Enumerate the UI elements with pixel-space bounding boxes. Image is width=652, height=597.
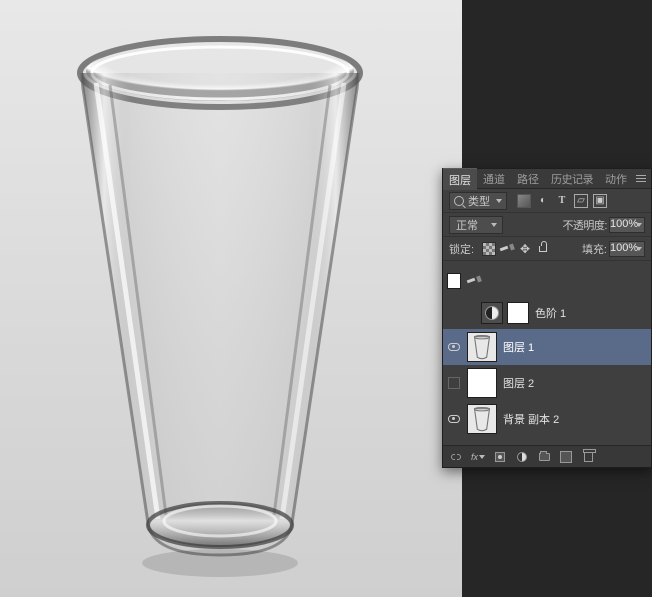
filter-pixel-icon[interactable]	[517, 194, 531, 208]
panel-footer: fx	[443, 445, 651, 467]
brush-indicator	[467, 276, 483, 286]
document-canvas[interactable]	[0, 0, 462, 597]
new-adjustment-button[interactable]	[515, 450, 529, 464]
visibility-off-icon	[448, 377, 460, 389]
layer-name[interactable]: 背景 副本 2	[503, 411, 559, 427]
checker-icon	[447, 273, 461, 289]
layer-name[interactable]: 图层 1	[503, 339, 534, 355]
visibility-toggle[interactable]	[447, 412, 461, 426]
layer-thumb	[467, 404, 497, 434]
panel-tab-bar: 图层 通道 路径 历史记录 动作	[443, 169, 651, 189]
glass-image	[70, 25, 370, 585]
type-filter-label: 类型	[468, 193, 490, 209]
tab-paths[interactable]: 路径	[511, 168, 545, 189]
lock-transparency-icon[interactable]	[482, 242, 496, 256]
fill-value: 100%	[610, 242, 638, 254]
lock-all-icon[interactable]	[536, 242, 550, 256]
add-mask-button[interactable]	[493, 450, 507, 464]
fill-label: 填充:	[582, 241, 607, 257]
opacity-label: 不透明度:	[562, 217, 607, 233]
fill-input[interactable]: 100%	[609, 241, 645, 257]
chevron-down-icon	[636, 223, 642, 227]
layer-thumb	[467, 368, 497, 398]
tab-channels[interactable]: 通道	[477, 168, 511, 189]
eye-icon	[448, 415, 460, 423]
mask-thumb[interactable]	[507, 302, 529, 324]
blend-opacity-row: 正常 不透明度: 100%	[443, 213, 651, 237]
visibility-toggle[interactable]	[447, 274, 461, 288]
tab-history[interactable]: 历史记录	[545, 168, 599, 189]
delete-layer-button[interactable]	[581, 450, 595, 464]
visibility-spacer	[447, 306, 461, 320]
layer-row[interactable]: 图层 2	[443, 365, 651, 401]
opacity-value: 100%	[610, 218, 638, 230]
blend-mode-value: 正常	[456, 220, 478, 232]
search-icon	[454, 196, 464, 206]
opacity-input[interactable]: 100%	[609, 217, 645, 233]
type-filter-select[interactable]: 类型	[449, 192, 507, 210]
layer-name[interactable]: 色阶 1	[535, 305, 566, 321]
filter-type-icon[interactable]: T	[555, 194, 569, 208]
lock-label: 锁定:	[449, 241, 474, 257]
adjustment-thumb	[481, 302, 503, 324]
visibility-toggle[interactable]	[447, 340, 461, 354]
new-layer-button[interactable]	[559, 450, 573, 464]
lock-pixels-icon[interactable]	[500, 242, 514, 256]
layer-row[interactable]: 图层 1	[443, 329, 651, 365]
lock-position-icon[interactable]: ✥	[518, 242, 532, 256]
chevron-down-icon	[496, 199, 502, 203]
tab-layers[interactable]: 图层	[443, 168, 477, 190]
layer-fx-button[interactable]: fx	[471, 450, 485, 464]
filter-smartobject-icon[interactable]: ▣	[593, 194, 607, 208]
tab-actions[interactable]: 动作	[599, 168, 633, 189]
visibility-toggle[interactable]	[447, 376, 461, 390]
lock-fill-row: 锁定: ✥ 填充: 100%	[443, 237, 651, 261]
panel-menu-icon[interactable]	[634, 172, 648, 186]
layer-thumb	[467, 332, 497, 362]
layer-row[interactable]: 色阶 1	[443, 297, 651, 329]
layer-row[interactable]: 背景 副本 2	[443, 401, 651, 437]
layer-row[interactable]	[443, 265, 651, 297]
filter-icon-group: ◐ T ▱ ▣	[517, 194, 607, 208]
filter-adjustment-icon[interactable]: ◐	[536, 194, 550, 208]
blend-mode-select[interactable]: 正常	[449, 216, 503, 234]
chevron-down-icon	[636, 247, 642, 251]
link-layers-button[interactable]	[449, 450, 463, 464]
layer-name[interactable]: 图层 2	[503, 375, 534, 391]
new-group-button[interactable]	[537, 450, 551, 464]
filter-shape-icon[interactable]: ▱	[574, 194, 588, 208]
chevron-down-icon	[491, 223, 497, 227]
layers-panel: 图层 通道 路径 历史记录 动作 类型 ◐ T ▱ ▣ 正常 不透明度:	[442, 168, 652, 468]
layer-list: 色阶 1 图层 1 图层 2 背景 副本 2	[443, 261, 651, 437]
layer-type-filter-row: 类型 ◐ T ▱ ▣	[443, 189, 651, 213]
eye-icon	[448, 343, 460, 351]
